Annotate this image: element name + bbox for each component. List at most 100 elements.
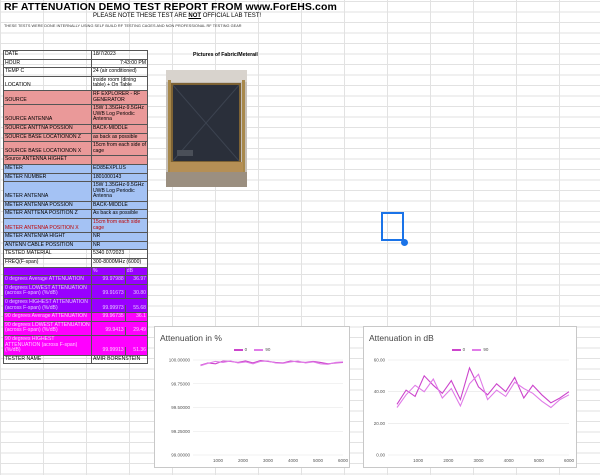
fill-handle[interactable] bbox=[401, 239, 408, 246]
row-label[interactable]: HOUR bbox=[3, 58, 92, 69]
row-value[interactable]: as back as possible bbox=[91, 132, 148, 143]
info-row[interactable]: METER ANTENNA 15W 1.35GHz-9.5GHz UWB Log … bbox=[3, 181, 148, 202]
tester-row[interactable]: TESTER NAME AMIR BORENSTEIN bbox=[3, 354, 148, 365]
x-tick-label: 6000 bbox=[564, 458, 575, 463]
result-values[interactable]: 99.97988 36.97 bbox=[91, 275, 148, 285]
result-row[interactable]: 90 degrees HIGHEST ATTENUATION (across F… bbox=[3, 334, 148, 356]
result-label[interactable]: 0 degrees Average ATTENUATION bbox=[3, 275, 92, 285]
info-row[interactable]: SOURCE RF EXPLORER - RF GENERATOR bbox=[3, 89, 148, 106]
row-value[interactable]: 1801000143 bbox=[91, 172, 148, 183]
row-label[interactable]: FREQ(F-span) bbox=[3, 258, 92, 268]
row-label[interactable]: METER ANTENNA POSSION bbox=[3, 200, 92, 211]
row-value[interactable]: BACK-MIDDLE bbox=[91, 123, 148, 134]
info-row[interactable]: FREQ(F-span) 300-8000MHz (6000) bbox=[3, 258, 148, 268]
result-label[interactable]: 0 degrees HIGHEST ATTENUATION (across F-… bbox=[3, 297, 92, 314]
row-label[interactable]: TESTED MATERIAL bbox=[3, 249, 92, 260]
notice-text-end: OFFICIAL LAB TEST! bbox=[201, 13, 262, 19]
row-label[interactable]: SOURCE bbox=[3, 89, 92, 106]
row-label[interactable]: SOURCE ANTENNA bbox=[3, 104, 92, 125]
info-row[interactable]: SOURCE ANTTNA POSSION BACK-MIDDLE bbox=[3, 123, 148, 134]
info-row[interactable]: SOURCE BASE LOCATIONON Zas back as possi… bbox=[3, 132, 148, 143]
row-label[interactable]: METER ANTTENA POSITION Z bbox=[3, 209, 92, 220]
row-label[interactable]: METER ANTENNA POSITION X bbox=[3, 218, 92, 234]
row-label[interactable]: SOURCE BASE LOCATIONON X bbox=[3, 141, 92, 157]
row-label[interactable]: ANTENN CABLE POSSITION bbox=[3, 240, 92, 251]
row-value[interactable]: 15cm from each side cage bbox=[91, 218, 148, 234]
result-row[interactable]: 90 degrees LOWEST ATTENUATION (across F-… bbox=[3, 320, 148, 336]
row-value[interactable]: 24 (air conditioned) bbox=[91, 67, 148, 77]
series-line-90 bbox=[200, 360, 344, 367]
fabric-cage-photo[interactable] bbox=[166, 70, 247, 187]
y-tick-label: 40.00 bbox=[374, 389, 386, 394]
row-value[interactable]: 5340 07/2023 bbox=[91, 249, 148, 260]
result-row[interactable]: 0 degrees Average ATTENUATION 99.97988 36.… bbox=[3, 275, 148, 285]
row-label[interactable]: Source ANTENNA HIGHET bbox=[3, 155, 92, 165]
pictures-title: Pictures of Fabric/Meterail bbox=[193, 52, 258, 58]
row-value[interactable]: 15cm from each side of cage bbox=[91, 141, 148, 157]
result-values[interactable]: 99.9413 29.49 bbox=[91, 320, 148, 336]
result-label[interactable]: 90 degrees LOWEST ATTENUATION (across F-… bbox=[3, 320, 92, 336]
info-row[interactable]: METER ANTENNA POSSION BACK-MIDDLE bbox=[3, 200, 148, 211]
result-row[interactable]: 90 degrees Average ATTENUATION 99.96735 36… bbox=[3, 312, 148, 322]
row-value[interactable] bbox=[91, 155, 148, 165]
row-label[interactable]: TEMP C bbox=[3, 67, 92, 77]
result-values[interactable]: 99.99913 51.36 bbox=[91, 334, 148, 356]
info-row[interactable]: ANTENN CABLE POSSITION NR bbox=[3, 240, 148, 251]
info-row[interactable]: Source ANTENNA HIGHET bbox=[3, 155, 148, 165]
attenuation-db-chart[interactable]: Attenuation in dB 0 90 60.00 40.00 20.00 0.… bbox=[363, 326, 577, 468]
row-value[interactable]: 15W 1.35GHz-9.5GHz UWB Log Periodic Ante… bbox=[91, 104, 148, 125]
info-row[interactable]: LOCATION inside room (dining table) + On … bbox=[3, 75, 148, 91]
row-value[interactable]: 300-8000MHz (6000) bbox=[91, 258, 148, 268]
row-label[interactable]: LOCATION bbox=[3, 75, 92, 91]
result-values[interactable]: 99.99973 55.68 bbox=[91, 297, 148, 314]
row-value[interactable]: 7:43:00 PM bbox=[91, 58, 148, 69]
result-db: 36.97 bbox=[124, 276, 147, 284]
row-label[interactable]: METER ANTENNA bbox=[3, 181, 92, 202]
row-value[interactable]: NR bbox=[91, 240, 148, 251]
result-label[interactable]: 90 degrees Average ATTENUATION bbox=[3, 312, 92, 322]
row-label[interactable]: SOURCE ANTTNA POSSION bbox=[3, 123, 92, 134]
row-value[interactable]: BACK-MIDDLE bbox=[91, 200, 148, 211]
info-row[interactable]: DATE 18/7/2023 bbox=[3, 50, 148, 60]
info-row[interactable]: HOUR 7:43:00 PM bbox=[3, 58, 148, 69]
pct-header: % bbox=[93, 267, 98, 274]
row-label[interactable]: METER ANTENNA HIGHT bbox=[3, 232, 92, 242]
result-values[interactable]: 99.96735 36.1 bbox=[91, 312, 148, 322]
attenuation-percent-chart[interactable]: Attenuation in % 0 90 100.00000 99.75000 9… bbox=[154, 326, 350, 468]
row-value[interactable]: inside room (dining table) + On Table bbox=[91, 75, 148, 91]
info-row[interactable]: METER ANTENNA HIGHT NR bbox=[3, 232, 148, 242]
info-row[interactable]: METER ANTENNA POSITION X 15cm from each s… bbox=[3, 218, 148, 234]
info-row[interactable]: TESTED MATERIAL 5340 07/2023 bbox=[3, 249, 148, 260]
result-row[interactable]: 0 degrees LOWEST ATTENUATION (across F-s… bbox=[3, 283, 148, 300]
result-pct: 99.91673 bbox=[102, 290, 124, 297]
tester-value[interactable]: AMIR BORENSTEIN bbox=[91, 354, 148, 365]
y-tick-label: 20.00 bbox=[374, 421, 386, 426]
row-value[interactable]: As back as possible bbox=[91, 209, 148, 220]
result-row[interactable]: 0 degrees HIGHEST ATTENUATION (across F-… bbox=[3, 297, 148, 314]
row-value[interactable]: RF EXPLORER - RF GENERATOR bbox=[91, 89, 148, 106]
row-label[interactable]: SOURCE BASE LOCATIONON Z bbox=[3, 132, 92, 143]
info-row[interactable]: SOURCE BASE LOCATIONON X 15cm from each s… bbox=[3, 141, 148, 157]
y-tick-label: 0.00 bbox=[376, 453, 385, 458]
info-row[interactable]: METER NUMBER 1801000143 bbox=[3, 172, 148, 183]
row-value[interactable]: 18/7/2023 bbox=[91, 50, 148, 60]
result-label[interactable]: 90 degrees HIGHEST ATTENUATION (across F… bbox=[3, 334, 92, 356]
x-tick-label: 4000 bbox=[504, 458, 515, 463]
row-label[interactable]: METER bbox=[3, 163, 92, 174]
row-value[interactable]: 15W 1.35GHz-9.5GHz UWB Log Periodic Ante… bbox=[91, 181, 148, 202]
result-values[interactable]: 99.91673 30.80 bbox=[91, 283, 148, 300]
selected-cell[interactable] bbox=[381, 212, 404, 241]
info-row[interactable]: SOURCE ANTENNA 15W 1.35GHz-9.5GHz UWB Log… bbox=[3, 104, 148, 125]
row-label[interactable]: METER NUMBER bbox=[3, 172, 92, 183]
results-header-units: % dB bbox=[91, 266, 148, 277]
info-row[interactable]: METER ED85EXPLUS bbox=[3, 163, 148, 174]
info-row[interactable]: TEMP C 24 (air conditioned) bbox=[3, 67, 148, 77]
row-label[interactable]: DATE bbox=[3, 50, 92, 60]
row-value[interactable]: ED85EXPLUS bbox=[91, 163, 148, 174]
result-label[interactable]: 0 degrees LOWEST ATTENUATION (across F-s… bbox=[3, 283, 92, 300]
y-tick-label: 99.00000 bbox=[171, 453, 190, 458]
row-value[interactable]: NR bbox=[91, 232, 148, 242]
result-db: 51.36 bbox=[124, 347, 147, 355]
info-row[interactable]: METER ANTTENA POSITION Z As back as possi… bbox=[3, 209, 148, 220]
tester-label[interactable]: TESTER NAME bbox=[3, 354, 92, 365]
